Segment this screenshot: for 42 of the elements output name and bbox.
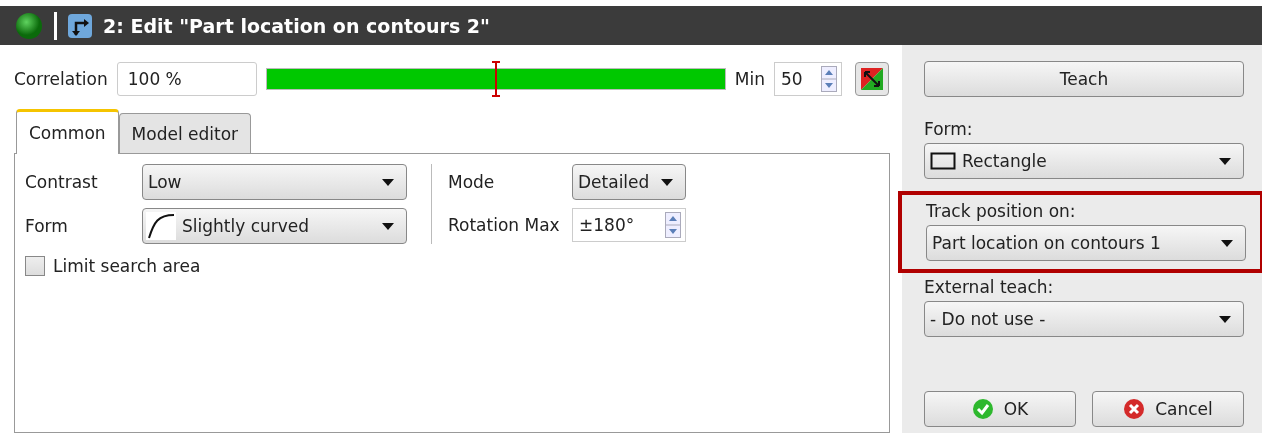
correlation-field: 100 % — [116, 62, 257, 96]
track-position-dropdown[interactable]: Part location on contours 1 — [926, 225, 1246, 261]
form-label: Form: — [924, 119, 974, 139]
check-icon — [971, 398, 994, 420]
track-position-label: Track position on: — [926, 201, 1077, 221]
rectangle-icon — [930, 152, 956, 170]
curve-icon — [146, 212, 176, 240]
form-dropdown[interactable]: Rectangle — [924, 143, 1244, 179]
close-icon — [1123, 398, 1146, 420]
rotation-max-spinbox[interactable]: ±180° — [572, 208, 686, 242]
teach-button[interactable]: Teach — [924, 61, 1244, 97]
form-label: Form — [25, 216, 69, 236]
dropdown-arrow-icon — [382, 178, 394, 186]
rotation-max-label: Rotation Max — [448, 215, 561, 235]
dropdown-arrow-icon — [661, 178, 673, 186]
mode-dropdown[interactable]: Detailed — [572, 164, 686, 200]
threshold-marker[interactable] — [490, 61, 501, 97]
limit-search-label: Limit search area — [53, 256, 201, 276]
cancel-button[interactable]: Cancel — [1092, 391, 1244, 427]
tab[interactable]: Model editor — [118, 113, 252, 153]
window-title: 2: Edit "Part location on contours 2" — [103, 14, 490, 37]
dropdown-arrow-icon — [382, 222, 394, 230]
toggle-display-button[interactable] — [854, 62, 889, 96]
ok-button[interactable]: OK — [924, 391, 1076, 427]
spin-arrows-icon[interactable] — [665, 212, 681, 238]
contrast-dropdown[interactable]: Low — [142, 164, 407, 200]
form-dropdown[interactable]: Slightly curved — [142, 208, 407, 244]
limit-search-checkbox[interactable] — [25, 256, 45, 276]
dropdown-arrow-icon — [1219, 315, 1231, 323]
status-dot-icon — [14, 10, 44, 41]
dropdown-arrow-icon — [1219, 157, 1231, 165]
dropdown-arrow-icon — [1221, 239, 1233, 247]
tab[interactable]: Common — [16, 109, 119, 154]
diagonal-arrows-icon — [860, 68, 883, 90]
min-spinbox[interactable]: 50 — [773, 62, 842, 96]
external-teach-label: External teach: — [924, 277, 1055, 297]
correlation-label: Correlation — [14, 69, 108, 89]
min-label: Min — [734, 69, 765, 89]
external-teach-dropdown[interactable]: - Do not use - — [924, 301, 1244, 337]
mode-label: Mode — [448, 172, 496, 192]
spin-arrows-icon[interactable] — [820, 66, 837, 92]
contrast-label: Contrast — [25, 172, 99, 192]
